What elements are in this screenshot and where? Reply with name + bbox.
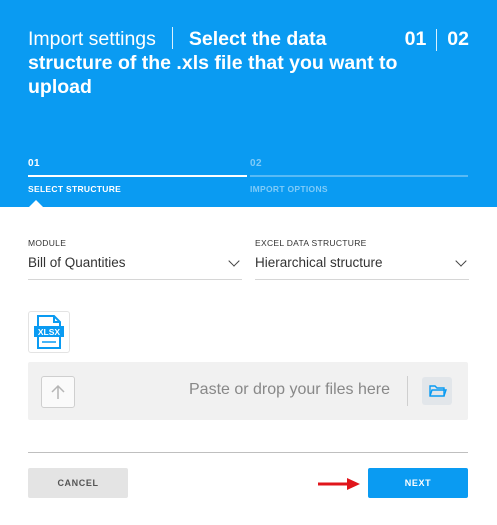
folder-icon: [429, 385, 447, 397]
dialog-title: Import settings Select the data structure…: [28, 27, 398, 99]
chevron-down-icon[interactable]: [228, 255, 240, 267]
dropzone-text: Paste or drop your files here: [189, 381, 390, 398]
step-number: 01: [28, 158, 41, 169]
file-dropzone[interactable]: Paste or drop your files here: [28, 362, 468, 420]
xlsx-file-type-badge: XLSX: [28, 311, 70, 353]
step-counter: 01 02: [405, 28, 469, 51]
step-progress-bar: [28, 175, 247, 177]
upload-arrow-icon[interactable]: [41, 376, 75, 408]
step-progress-bar: [250, 175, 468, 177]
title-divider: [171, 27, 173, 49]
xlsx-file-icon: XLSX: [34, 315, 64, 349]
module-value-field[interactable]: Bill of Quantities: [28, 255, 242, 280]
step-label: SELECT STRUCTURE: [28, 184, 122, 194]
browse-folder-button[interactable]: [422, 377, 452, 405]
step-counter-total: 02: [447, 28, 469, 50]
step-counter-divider: [436, 28, 438, 51]
excel-structure-value: Hierarchical structure: [255, 255, 383, 270]
excel-structure-label: EXCEL DATA STRUCTURE: [255, 238, 367, 248]
xlsx-badge-text: XLSX: [38, 327, 61, 337]
active-step-pointer: [28, 200, 44, 208]
title-section: Import settings: [28, 28, 156, 50]
step-label: IMPORT OPTIONS: [250, 184, 328, 194]
module-label: MODULE: [28, 238, 67, 248]
chevron-down-icon[interactable]: [455, 255, 467, 267]
step-number: 02: [250, 158, 263, 169]
dropzone-divider: [407, 376, 408, 406]
footer-divider: [28, 452, 468, 453]
annotation-arrow-icon: [318, 478, 360, 490]
next-button[interactable]: NEXT: [368, 468, 468, 498]
excel-structure-value-field[interactable]: Hierarchical structure: [255, 255, 469, 280]
step-counter-current: 01: [404, 28, 427, 50]
step-import-options[interactable]: 02 IMPORT OPTIONS: [250, 158, 468, 198]
module-select[interactable]: MODULE Bill of Quantities: [28, 238, 242, 280]
module-value: Bill of Quantities: [28, 255, 126, 270]
dialog-header: Import settings Select the data structure…: [0, 0, 497, 208]
step-select-structure[interactable]: 01 SELECT STRUCTURE: [28, 158, 247, 198]
excel-structure-select[interactable]: EXCEL DATA STRUCTURE Hierarchical struct…: [255, 238, 469, 280]
cancel-button[interactable]: CANCEL: [28, 468, 128, 498]
